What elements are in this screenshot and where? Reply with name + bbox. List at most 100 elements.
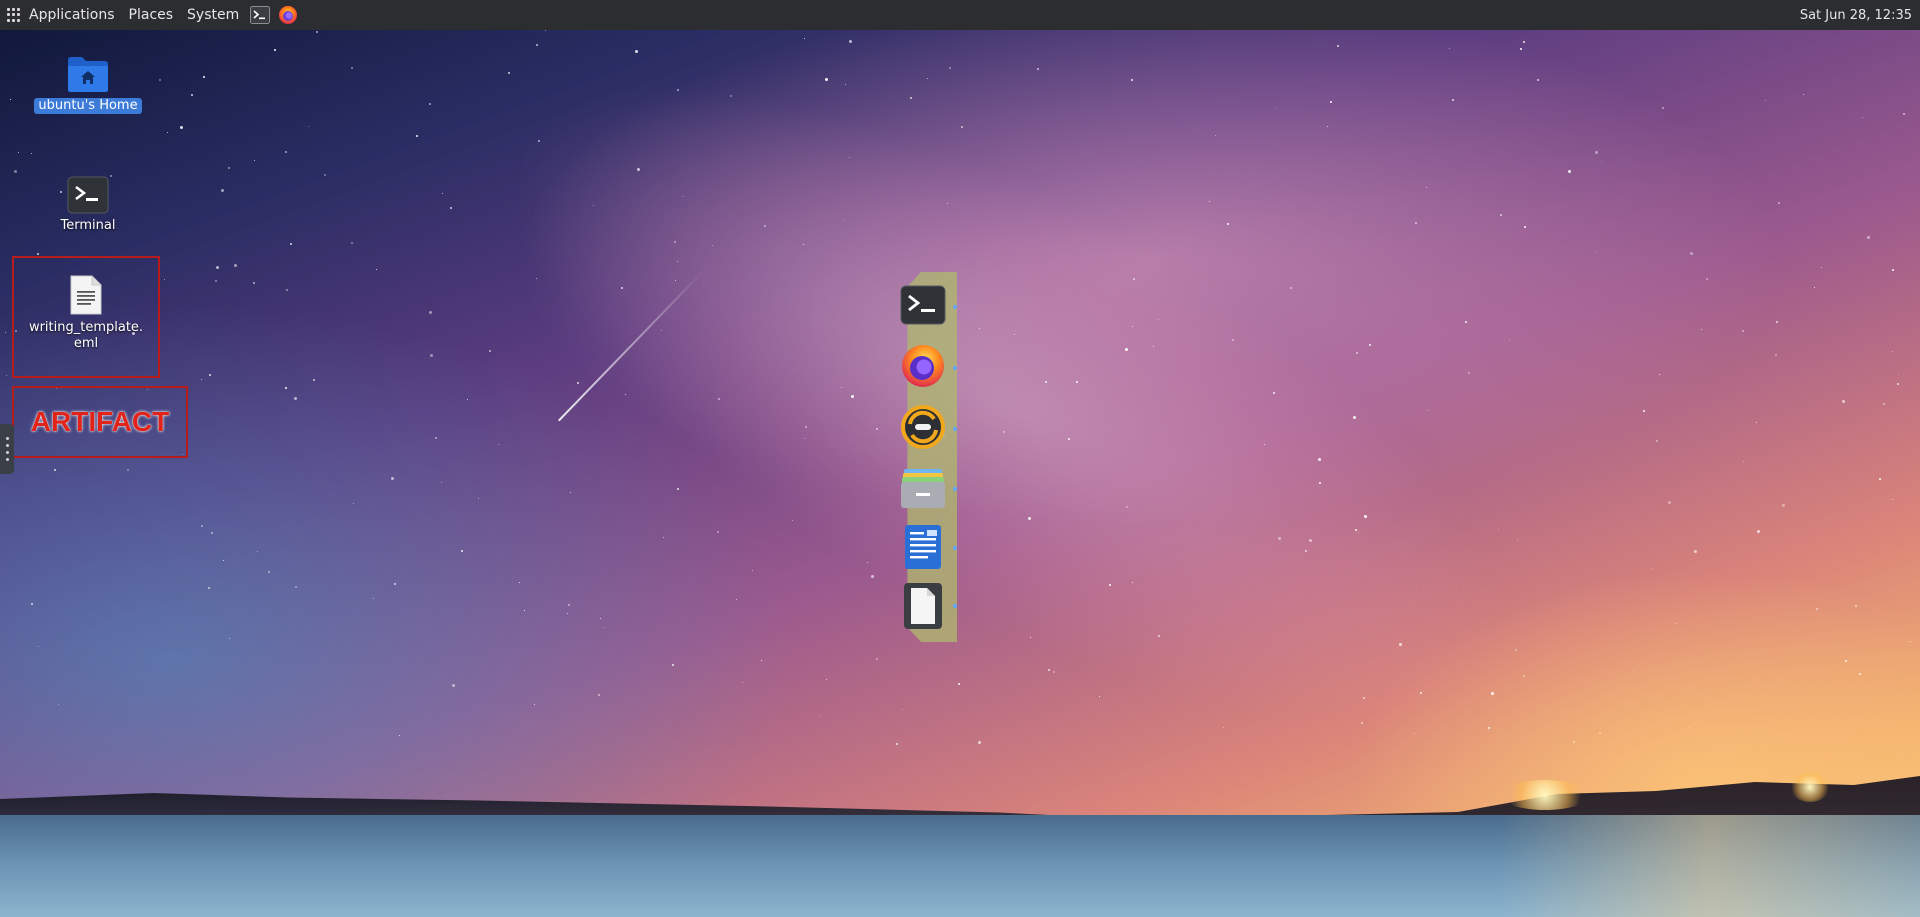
star: [398, 734, 400, 736]
star: [220, 188, 224, 192]
desktop[interactable]: Applications Places System Sat Jun 28, 1…: [0, 0, 1920, 917]
star: [391, 476, 395, 480]
star: [1415, 222, 1418, 225]
star: [677, 88, 680, 91]
star: [223, 560, 225, 562]
star: [1275, 108, 1277, 110]
star: [1522, 41, 1525, 44]
desktop-icon-home[interactable]: ubuntu's Home: [28, 54, 148, 114]
dock-running-indicator: [953, 604, 957, 608]
system-menu-label: System: [187, 7, 240, 23]
star: [202, 75, 205, 78]
star: [376, 268, 378, 270]
star: [1308, 539, 1312, 543]
dock-item-terminal[interactable]: [898, 280, 948, 330]
star: [598, 694, 601, 697]
star: [1290, 287, 1293, 290]
star: [190, 93, 193, 96]
star: [428, 310, 432, 314]
star: [451, 683, 455, 687]
star: [1778, 201, 1781, 204]
star: [1519, 47, 1522, 50]
star: [1844, 659, 1847, 662]
apps-grid-icon: [7, 8, 21, 22]
star: [1862, 116, 1864, 118]
star: [751, 570, 753, 572]
home-folder-icon: [68, 57, 108, 92]
star: [1052, 670, 1055, 673]
star: [604, 626, 606, 628]
star: [902, 708, 904, 710]
desktop-icon-terminal[interactable]: Terminal: [28, 176, 148, 234]
firefox-icon: [279, 6, 298, 24]
side-panel-handle[interactable]: [0, 424, 14, 474]
star: [1567, 169, 1571, 173]
dock-item-blank-document[interactable]: [898, 581, 948, 631]
star: [1497, 528, 1499, 530]
star: [599, 618, 601, 620]
star: [524, 609, 526, 611]
star: [1490, 692, 1494, 695]
dock-item-firefox[interactable]: [898, 341, 948, 391]
clock[interactable]: Sat Jun 28, 12:35: [1800, 8, 1920, 23]
star: [289, 242, 292, 245]
star: [1632, 670, 1634, 671]
star: [1573, 740, 1576, 743]
star: [167, 131, 169, 133]
star: [978, 327, 980, 329]
star: [1451, 98, 1454, 101]
star: [536, 44, 539, 47]
terminal-icon: [67, 176, 109, 214]
star: [1651, 568, 1653, 570]
star: [1047, 669, 1050, 672]
star: [1764, 99, 1766, 101]
star: [519, 581, 521, 583]
places-menu[interactable]: Places: [122, 0, 181, 30]
star: [711, 245, 713, 247]
star: [1130, 79, 1133, 82]
system-menu[interactable]: System: [180, 0, 246, 30]
star: [508, 71, 511, 74]
star: [9, 99, 11, 100]
star: [1125, 505, 1128, 508]
applications-menu[interactable]: Applications: [0, 0, 122, 30]
star: [350, 242, 353, 244]
panel-terminal-launcher[interactable]: [250, 5, 271, 25]
applications-menu-label: Applications: [29, 7, 115, 23]
star: [478, 497, 480, 499]
star: [1595, 252, 1597, 254]
star: [1675, 622, 1677, 624]
artifact-text: ARTIFACT: [30, 406, 170, 437]
star: [273, 49, 276, 52]
star: [1882, 402, 1885, 405]
desktop-icon-writing-template[interactable]: writing_template. eml: [26, 274, 146, 352]
star: [180, 126, 184, 130]
star: [849, 40, 853, 44]
milky-way-wallpaper: [422, 0, 1592, 848]
star: [285, 150, 288, 153]
star: [210, 532, 213, 535]
star: [1662, 107, 1665, 110]
panel-firefox-launcher[interactable]: [278, 5, 298, 25]
star: [1655, 440, 1658, 443]
star: [5, 375, 7, 377]
firefox-icon: [902, 345, 944, 387]
dock-item-update-sync[interactable]: [898, 402, 948, 452]
star: [1668, 501, 1672, 505]
star: [593, 204, 595, 206]
star: [1756, 422, 1758, 424]
star: [13, 169, 17, 173]
star: [1601, 160, 1603, 162]
star: [1509, 338, 1511, 340]
star: [4, 331, 6, 333]
star: [1701, 329, 1703, 331]
star: [1897, 383, 1900, 386]
star: [441, 482, 443, 484]
star: [961, 126, 964, 129]
star: [30, 153, 32, 155]
star: [1208, 200, 1210, 202]
star: [1522, 675, 1525, 678]
dock-item-file-manager[interactable]: [898, 463, 948, 513]
star: [866, 561, 868, 563]
dock-item-text-editor[interactable]: [898, 522, 948, 572]
